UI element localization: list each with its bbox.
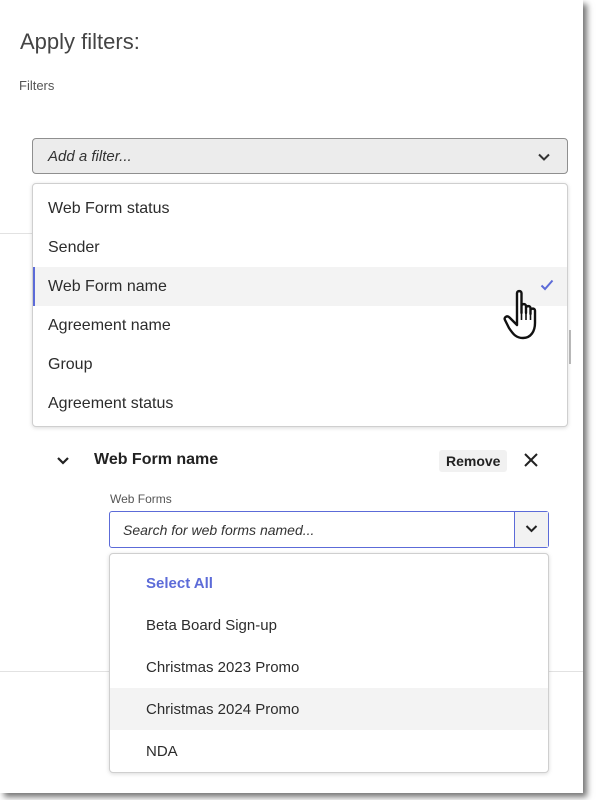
web-forms-search-input[interactable] [111,513,511,546]
apply-filters-panel: Apply filters: Filters Add a filter... W… [0,0,583,793]
web-forms-dropdown-list: Select All Beta Board Sign-up Christmas … [109,553,549,773]
filters-label: Filters [19,78,54,93]
web-form-option[interactable]: NDA [110,730,548,772]
select-all-option[interactable]: Select All [110,562,548,604]
filter-option-sender[interactable]: Sender [33,228,567,267]
filter-option-web-form-name[interactable]: Web Form name [33,267,567,306]
web-forms-dropdown-button[interactable] [514,512,548,547]
web-form-option[interactable]: Beta Board Sign-up [110,604,548,646]
web-forms-combobox [109,511,549,548]
close-icon[interactable] [523,452,539,468]
web-form-option[interactable]: Christmas 2024 Promo [110,688,548,730]
filter-dropdown-menu: Web Form status Sender Web Form name Agr… [32,183,568,427]
add-filter-select[interactable]: Add a filter... [32,138,568,174]
chevron-down-icon [537,150,551,164]
filter-option-agreement-status[interactable]: Agreement status [33,384,567,423]
filter-option-agreement-name[interactable]: Agreement name [33,306,567,345]
divider [0,671,109,672]
filter-option-group[interactable]: Group [33,345,567,384]
add-filter-placeholder: Add a filter... [48,148,132,165]
web-form-filter-title: Web Form name [94,451,218,469]
remove-button[interactable]: Remove [439,450,507,472]
page-title: Apply filters: [20,29,140,55]
filter-option-web-form-status[interactable]: Web Form status [33,189,567,228]
divider [549,671,583,672]
web-form-option[interactable]: Christmas 2023 Promo [110,646,548,688]
chevron-down-icon [525,524,538,534]
hand-pointer-icon [503,289,547,343]
divider [0,233,32,234]
chevron-down-icon[interactable] [56,456,70,466]
web-forms-label: Web Forms [110,492,172,506]
